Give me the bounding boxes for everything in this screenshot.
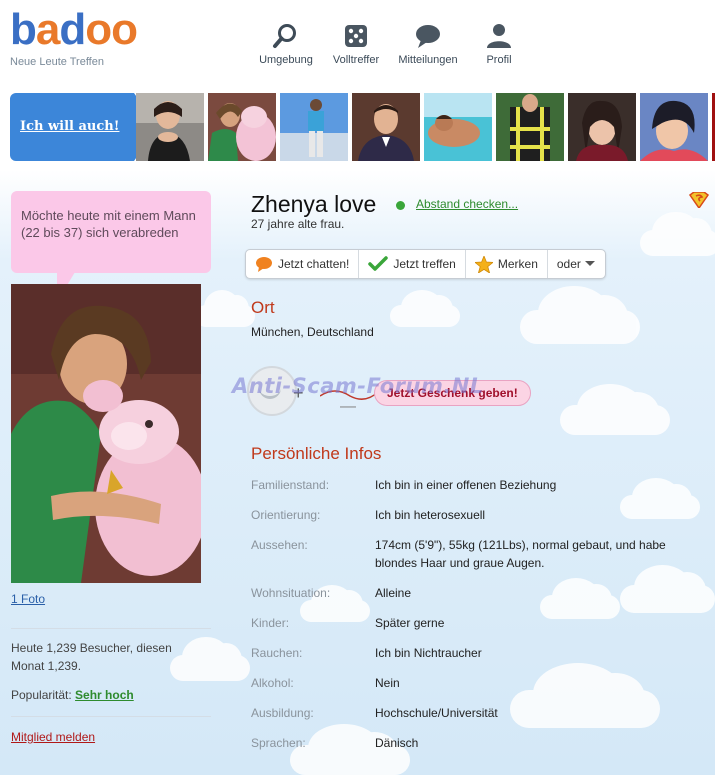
report-member-link: Mitglied melden xyxy=(11,730,96,744)
action-bar: Jetzt chatten! Jetzt treffen Merken oder xyxy=(245,249,606,279)
member-thumbnail[interactable] xyxy=(568,93,636,161)
info-label: Ausbildung: xyxy=(251,706,314,720)
member-thumbnail[interactable] xyxy=(280,93,348,161)
superpower-badge-icon[interactable] xyxy=(688,192,710,208)
nav-volltreffer[interactable]: Volltreffer xyxy=(321,22,391,66)
ich-will-auch-button[interactable]: Ich will auch! xyxy=(10,93,158,161)
popularity-label: Popularität: xyxy=(11,688,72,702)
location-heading: Ort xyxy=(251,298,275,317)
top-header: badoo Neue Leute Treffen Umgebung Volltr… xyxy=(0,0,715,85)
chat-now-label: Jetzt chatten! xyxy=(278,257,350,271)
dice-icon xyxy=(345,25,367,47)
info-value: Später gerne xyxy=(375,616,445,630)
member-thumbnail[interactable] xyxy=(640,93,708,161)
info-label: Kinder: xyxy=(251,616,290,630)
chat-bubble-icon xyxy=(256,257,272,272)
info-label: Orientierung: xyxy=(251,508,321,522)
cloud xyxy=(520,286,640,344)
nav-umgebung[interactable]: Umgebung xyxy=(251,22,321,66)
meet-now-button[interactable]: Jetzt treffen xyxy=(359,250,466,278)
info-value: Nein xyxy=(375,676,400,690)
bookmark-button[interactable]: Merken xyxy=(466,250,548,278)
nav-label: Profil xyxy=(486,54,512,66)
logo-letter: d xyxy=(59,5,86,54)
info-value: 174cm (5'9"), 55kg (121Lbs), normal geba… xyxy=(375,538,666,570)
divider xyxy=(11,716,211,717)
cloud xyxy=(560,384,670,435)
more-options-dropdown[interactable]: oder xyxy=(548,250,605,278)
nav-label: Umgebung xyxy=(259,54,313,66)
logo-tagline: Neue Leute Treffen xyxy=(10,56,104,68)
info-value: Ich bin Nichtraucher xyxy=(375,646,482,660)
person-icon xyxy=(487,24,511,48)
info-value: Hochschule/Universität xyxy=(375,706,498,720)
cloud xyxy=(195,289,255,327)
logo-letter: o xyxy=(111,5,138,54)
info-value: Ich bin heterosexuell xyxy=(375,508,486,522)
profile-name: Zhenya love xyxy=(251,191,377,217)
status-bubble: Möchte heute mit einem Mann (22 bis 37) … xyxy=(11,191,211,302)
cloud xyxy=(640,211,715,256)
chat-now-button[interactable]: Jetzt chatten! xyxy=(246,250,360,278)
nav-mitteilungen[interactable]: Mitteilungen xyxy=(393,22,463,66)
nav-profil[interactable]: Profil xyxy=(464,22,534,66)
info-value: Alleine xyxy=(375,586,412,600)
main-profile-photo[interactable] xyxy=(11,284,201,583)
info-value: Ich bin in einer offenen Beziehung xyxy=(375,478,557,492)
watermark-text: Anti-Scam-Forum.NL xyxy=(232,374,484,398)
age-line: 27 jahre alte frau. xyxy=(251,217,345,231)
member-thumbnail[interactable] xyxy=(136,93,204,161)
logo-letter: a xyxy=(35,5,61,54)
photo-count-text: 1 Foto xyxy=(11,592,46,606)
personal-info-heading: Persönliche Infos xyxy=(251,444,382,463)
report-member[interactable]: Mitglied melden xyxy=(11,728,95,746)
distance-check-link[interactable]: Abstand checken... xyxy=(416,197,518,211)
meet-now-label: Jetzt treffen xyxy=(393,257,456,271)
member-thumbnail[interactable] xyxy=(496,93,564,161)
cloud xyxy=(390,289,460,327)
chevron-down-icon xyxy=(584,261,595,266)
badoo-logo[interactable]: badoo xyxy=(10,5,138,54)
info-value: Dänisch xyxy=(375,736,419,750)
online-status-icon xyxy=(396,201,405,210)
nav-label: Mitteilungen xyxy=(398,54,458,66)
logo-letter: o xyxy=(85,5,112,54)
popularity-value-link[interactable]: Sehr hoch xyxy=(75,688,134,702)
info-label: Rauchen: xyxy=(251,646,303,660)
logo-letter: b xyxy=(10,5,37,54)
speech-bubble-icon xyxy=(416,25,440,48)
cta-label: Ich will auch! xyxy=(20,119,120,134)
popularity-row: Popularität: Sehr hoch xyxy=(11,686,134,704)
member-photo-strip: Ich will auch! xyxy=(10,93,715,163)
info-label: Alkohol: xyxy=(251,676,294,690)
more-options-label: oder xyxy=(556,257,581,271)
nav-label: Volltreffer xyxy=(332,54,380,66)
photo-count-link[interactable]: 1 Foto xyxy=(11,590,45,608)
member-thumbnail[interactable] xyxy=(352,93,420,161)
info-label: Familienstand: xyxy=(251,478,330,492)
location-value: München, Deutschland xyxy=(251,325,374,339)
info-label: Wohnsituation: xyxy=(251,586,331,600)
star-icon xyxy=(474,255,493,273)
checkmark-icon xyxy=(368,256,389,271)
member-thumbnail[interactable] xyxy=(424,93,492,161)
divider xyxy=(11,628,211,629)
magnifier-icon xyxy=(273,24,296,48)
info-label: Aussehen: xyxy=(251,538,308,552)
info-label: Sprachen: xyxy=(251,736,306,750)
visitor-stats: Heute 1,239 Besucher, diesen Monat 1,239… xyxy=(11,641,172,673)
member-thumbnail[interactable] xyxy=(208,93,276,161)
bookmark-label: Merken xyxy=(497,257,538,271)
